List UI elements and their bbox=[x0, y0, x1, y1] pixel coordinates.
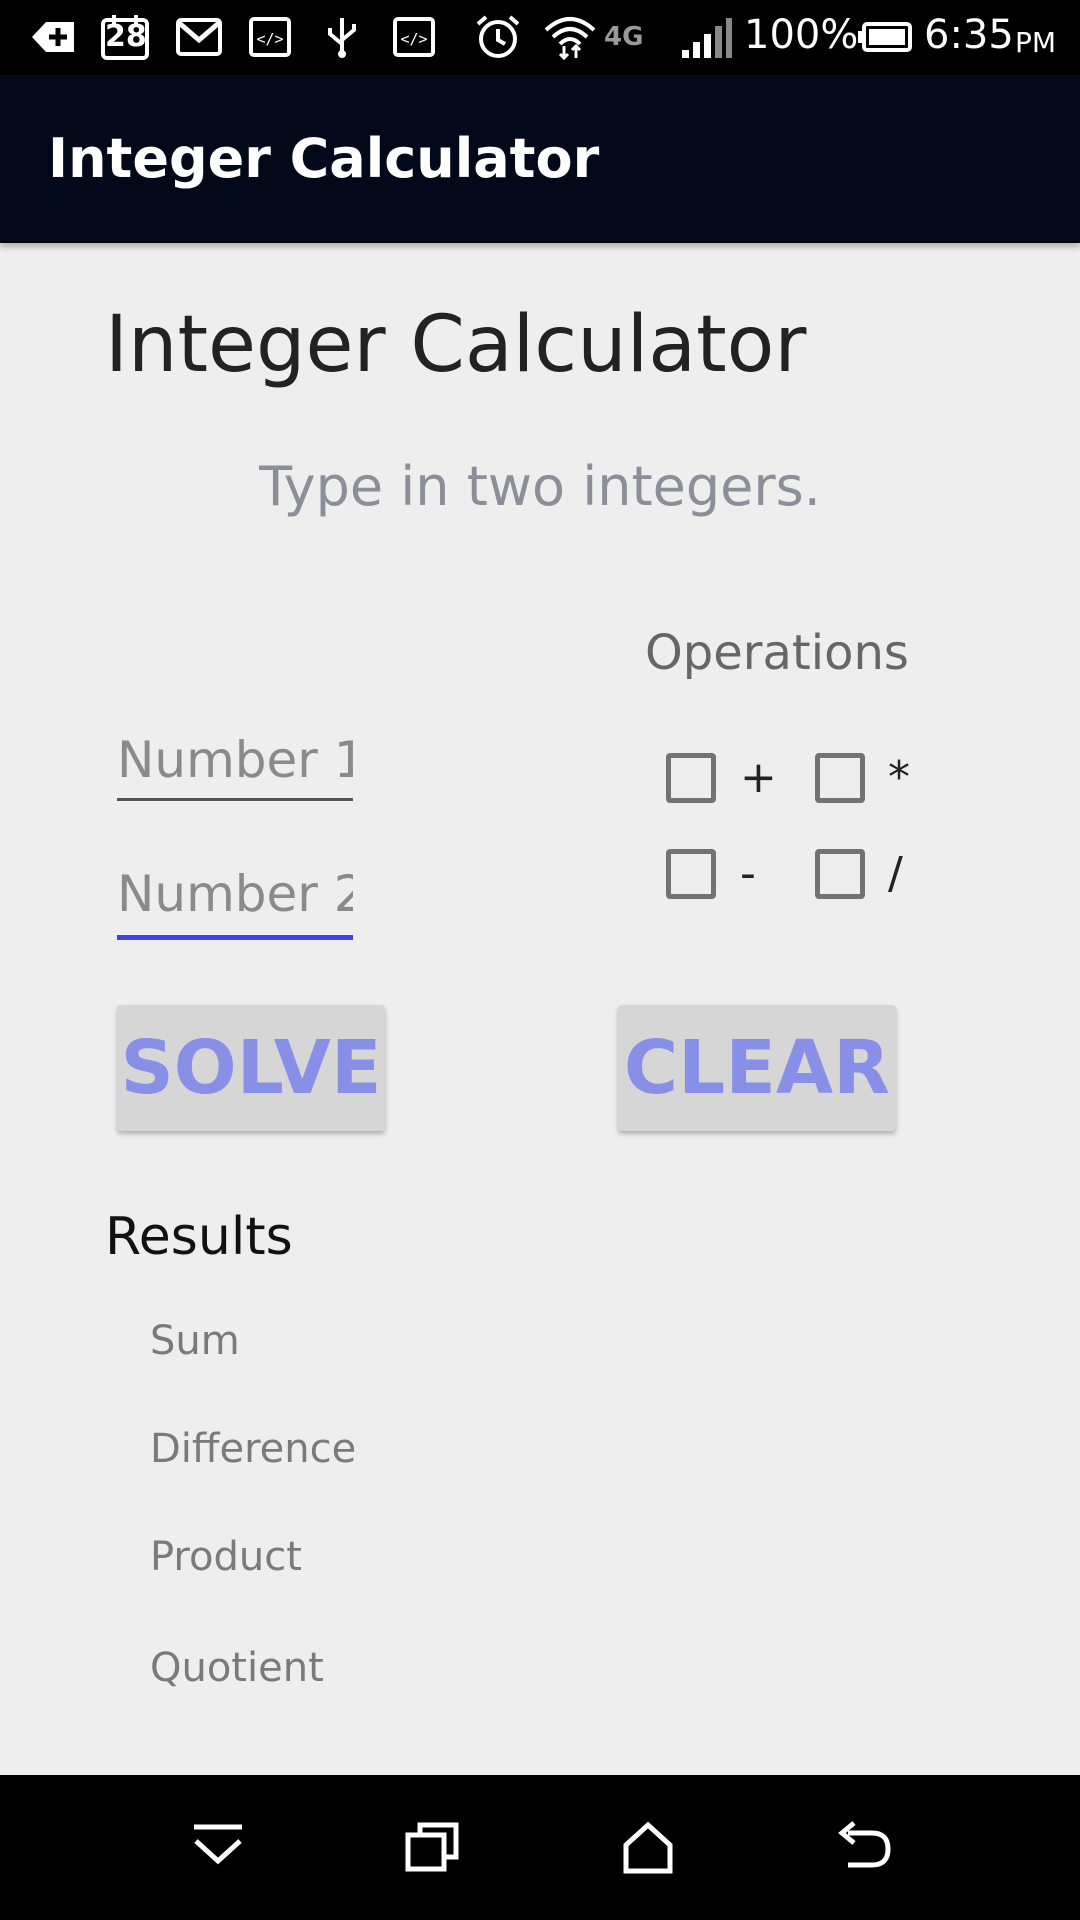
gmail-icon bbox=[176, 18, 222, 56]
developer-mode-icon: </> bbox=[249, 17, 291, 57]
notifications-dropdown-icon[interactable] bbox=[188, 1817, 248, 1877]
recent-apps-icon[interactable] bbox=[402, 1817, 462, 1877]
app-bar-title: Integer Calculator bbox=[48, 127, 600, 190]
clock-am-pm: PM bbox=[1015, 26, 1057, 59]
number2-underline bbox=[117, 935, 353, 940]
number1-input[interactable] bbox=[117, 722, 353, 798]
clock-time: 6:35 bbox=[924, 12, 1014, 58]
battery-percent: 100% bbox=[744, 12, 859, 58]
number2-input[interactable] bbox=[117, 856, 353, 932]
solve-button[interactable]: SOLVE bbox=[117, 1005, 385, 1131]
status-bar: 28 </> </> 4G 100% 6:35 PM bbox=[0, 0, 1080, 75]
instructions-text: Type in two integers. bbox=[259, 455, 821, 518]
signal-icon bbox=[682, 18, 732, 58]
usb-icon bbox=[328, 18, 356, 58]
battery-icon bbox=[858, 22, 912, 52]
navigation-bar bbox=[0, 1775, 1080, 1920]
alarm-icon bbox=[476, 15, 520, 58]
result-quotient: Quotient bbox=[150, 1645, 324, 1691]
plus-label: + bbox=[740, 752, 777, 803]
home-icon[interactable] bbox=[618, 1817, 678, 1877]
result-sum: Sum bbox=[150, 1318, 240, 1364]
svg-text:</>: </> bbox=[256, 30, 283, 48]
number1-underline bbox=[117, 798, 353, 801]
results-title: Results bbox=[105, 1207, 293, 1267]
plus-checkbox[interactable] bbox=[666, 753, 716, 803]
page-title: Integer Calculator bbox=[105, 300, 807, 390]
multiply-checkbox[interactable] bbox=[815, 753, 865, 803]
minus-label: - bbox=[740, 848, 756, 899]
developer-mode-icon: </> bbox=[393, 17, 435, 57]
notification-add-icon bbox=[32, 22, 74, 52]
divide-checkbox[interactable] bbox=[815, 849, 865, 899]
calendar-day: 28 bbox=[105, 19, 147, 54]
divide-label: / bbox=[888, 848, 903, 899]
app-bar: Integer Calculator bbox=[0, 75, 1080, 243]
result-product: Product bbox=[150, 1534, 302, 1580]
minus-checkbox[interactable] bbox=[666, 849, 716, 899]
svg-text:</>: </> bbox=[400, 30, 427, 48]
multiply-label: * bbox=[888, 752, 910, 803]
network-type: 4G bbox=[604, 22, 644, 52]
clear-button[interactable]: CLEAR bbox=[618, 1005, 896, 1131]
wifi-icon bbox=[544, 17, 596, 60]
result-difference: Difference bbox=[150, 1426, 357, 1472]
operations-label: Operations bbox=[645, 625, 909, 681]
back-icon[interactable] bbox=[834, 1817, 894, 1877]
